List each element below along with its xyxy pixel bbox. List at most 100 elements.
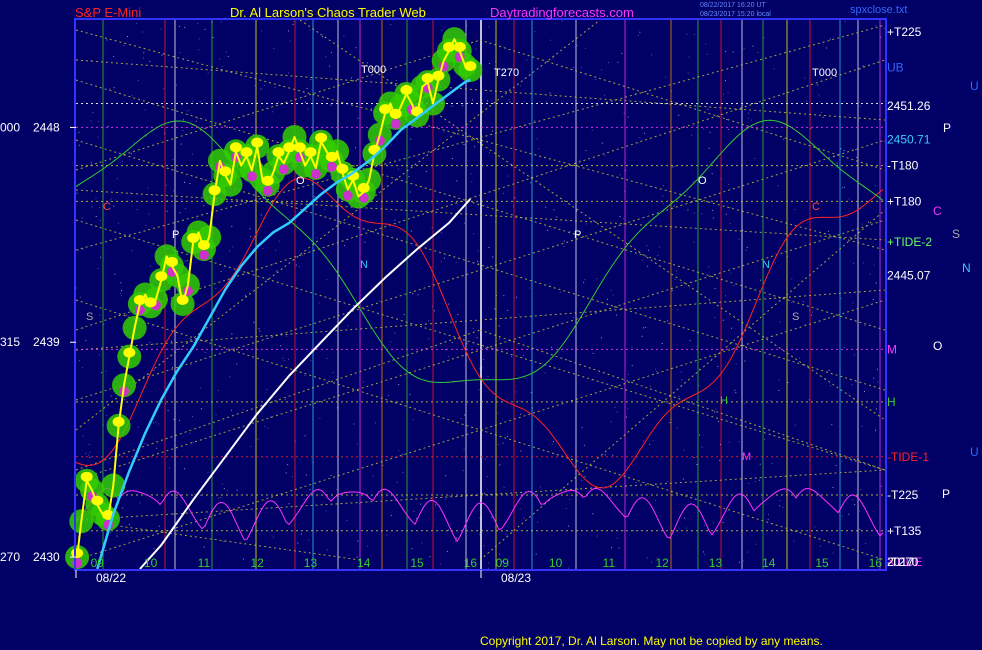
level-label: +T225 — [887, 25, 922, 39]
star-dot — [455, 262, 457, 263]
star-dot — [830, 385, 831, 387]
star-dot — [288, 30, 289, 32]
star-dot — [498, 325, 500, 327]
star-dot — [374, 422, 376, 424]
star-dot — [473, 233, 475, 235]
axis-prefix-label: 315 — [0, 335, 20, 349]
star-dot — [199, 495, 201, 497]
star-dot — [581, 479, 583, 481]
level-label: M — [887, 342, 897, 356]
star-dot — [586, 223, 588, 225]
star-dot — [832, 552, 834, 554]
star-dot — [883, 27, 885, 29]
star-dot — [644, 132, 646, 134]
star-dot — [476, 337, 478, 339]
star-dot — [604, 454, 606, 456]
star-dot — [803, 301, 804, 303]
star-dot — [853, 262, 855, 264]
star-dot — [264, 426, 266, 428]
star-dot — [363, 381, 364, 383]
star-dot — [591, 129, 593, 131]
star-dot — [372, 475, 374, 477]
star-dot — [779, 321, 781, 323]
star-dot — [106, 39, 108, 41]
star-dot — [601, 142, 603, 144]
star-dot — [639, 31, 641, 33]
star-dot — [615, 314, 617, 316]
star-dot — [585, 150, 587, 152]
level-label: -T180 — [887, 159, 919, 173]
star-dot — [89, 456, 91, 458]
star-dot — [472, 99, 474, 101]
star-dot — [693, 181, 695, 183]
star-dot — [498, 443, 500, 445]
star-dot — [611, 547, 612, 549]
star-dot — [188, 109, 190, 111]
star-dot — [770, 400, 772, 402]
star-dot — [236, 363, 238, 365]
star-dot — [683, 449, 685, 451]
star-dot — [196, 117, 198, 119]
star-dot — [722, 522, 724, 523]
star-dot — [326, 279, 328, 281]
star-dot — [725, 295, 727, 297]
star-dot — [256, 234, 258, 236]
star-dot — [450, 106, 452, 107]
star-dot — [854, 354, 855, 356]
star-dot — [706, 53, 708, 55]
star-dot — [601, 69, 603, 71]
star-dot — [236, 489, 238, 491]
star-dot — [90, 120, 92, 122]
star-dot — [592, 513, 594, 515]
star-dot — [705, 43, 707, 45]
star-dot — [592, 352, 594, 354]
star-dot — [329, 65, 331, 67]
star-dot — [250, 236, 252, 238]
star-dot — [764, 438, 766, 440]
star-dot — [728, 441, 730, 443]
star-dot — [212, 37, 214, 38]
star-dot — [200, 408, 202, 410]
star-dot — [218, 497, 219, 499]
star-dot — [460, 418, 462, 420]
star-dot — [145, 224, 147, 226]
star-dot — [184, 260, 186, 262]
star-dot — [149, 341, 151, 343]
star-dot — [875, 429, 876, 431]
hour-tick-label: 16 — [869, 556, 883, 570]
level-label: -T225 — [887, 488, 919, 502]
star-dot — [192, 416, 193, 418]
star-dot — [310, 360, 312, 362]
far-right-letter: C — [933, 204, 942, 218]
star-dot — [658, 246, 660, 248]
hour-tick-label: 09 — [91, 556, 105, 570]
star-dot — [364, 241, 366, 243]
star-dot — [549, 92, 551, 94]
star-dot — [725, 213, 727, 215]
star-dot — [278, 101, 279, 103]
star-dot — [689, 340, 691, 341]
star-dot — [688, 56, 690, 58]
star-dot — [304, 375, 306, 376]
star-dot — [297, 542, 299, 544]
magenta-dot — [342, 190, 353, 201]
magenta-dot — [326, 161, 337, 172]
star-dot — [746, 246, 748, 248]
star-dot — [791, 278, 793, 280]
star-dot — [303, 498, 305, 500]
axis-prefix-label: 000 — [0, 120, 20, 134]
star-dot — [314, 196, 316, 198]
star-dot — [499, 464, 501, 466]
star-dot — [730, 207, 732, 209]
star-dot — [474, 146, 476, 148]
site-url: Daytradingforecasts.com — [490, 5, 634, 20]
star-dot — [258, 202, 260, 204]
star-dot — [280, 345, 282, 347]
star-dot — [163, 88, 164, 90]
star-dot — [288, 72, 289, 74]
star-dot — [869, 273, 871, 275]
star-dot — [278, 191, 279, 192]
star-dot — [202, 179, 204, 181]
star-dot — [783, 139, 785, 140]
star-dot — [859, 528, 861, 530]
